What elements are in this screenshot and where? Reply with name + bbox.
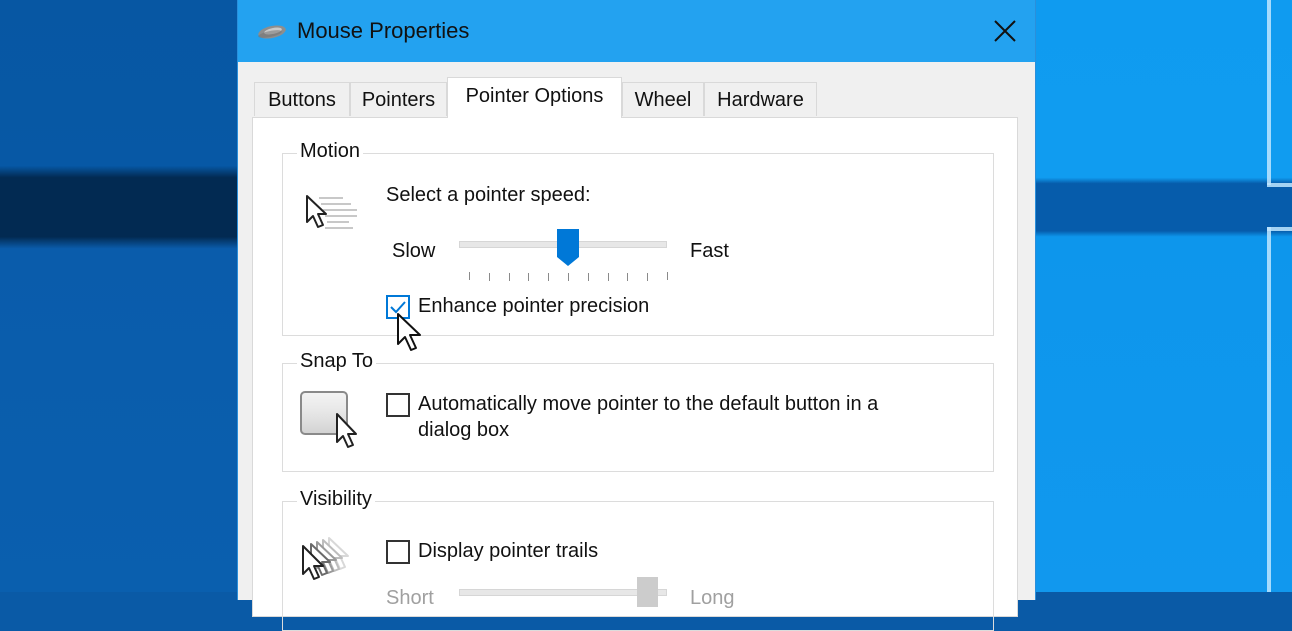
slider-tick (607, 273, 609, 281)
slider-tick (667, 272, 668, 280)
auto-snap-label-line1[interactable]: Automatically move pointer to the defaul… (418, 393, 878, 416)
pointer-speed-slider[interactable] (459, 229, 669, 282)
trails-short-label: Short (386, 587, 434, 609)
visibility-group: Visibility Display pointer trails Short … (282, 488, 994, 631)
pointer-trails-checkbox[interactable] (386, 540, 410, 564)
close-button[interactable] (975, 0, 1035, 62)
slider-tick (508, 273, 510, 281)
wallpaper-pane-edge (1267, 227, 1271, 592)
window-title: Mouse Properties (297, 18, 470, 43)
slow-label: Slow (392, 240, 436, 262)
trails-length-slider[interactable] (459, 577, 669, 620)
tab-buttons[interactable]: Buttons (254, 82, 350, 116)
desktop-wallpaper-right (1034, 0, 1292, 592)
motion-group: Motion Select a pointer speed: Slow Fast (282, 140, 994, 336)
slider-tick (587, 273, 589, 281)
slider-tick (469, 272, 470, 280)
close-icon (994, 20, 1016, 42)
mouse-icon (256, 24, 288, 40)
slider-tick (627, 273, 629, 281)
arrow-cursor-icon (397, 313, 421, 351)
trails-long-label: Long (690, 587, 735, 609)
wallpaper-pane-edge (1267, 183, 1292, 187)
tab-hardware[interactable]: Hardware (704, 82, 817, 116)
wallpaper-pane-edge (1267, 0, 1271, 185)
auto-snap-checkbox[interactable] (386, 393, 410, 417)
slider-tick (548, 273, 550, 281)
snap-to-button-icon (299, 390, 365, 459)
mouse-properties-dialog: Mouse Properties Buttons Pointers Pointe… (237, 0, 1036, 631)
slider-tick (528, 273, 530, 281)
slider-tick (488, 273, 490, 281)
tab-pointer-options[interactable]: Pointer Options (447, 77, 622, 118)
pointer-options-panel: Motion Select a pointer speed: Slow Fast (252, 117, 1018, 631)
auto-snap-label-line2[interactable]: dialog box (418, 419, 509, 442)
desktop-wallpaper-left (0, 0, 240, 592)
slider-tick (568, 273, 569, 281)
fast-label: Fast (690, 240, 729, 262)
title-bar[interactable]: Mouse Properties (238, 0, 1035, 62)
visibility-group-label: Visibility (297, 488, 375, 511)
trails-slider-thumb[interactable] (637, 577, 659, 607)
slider-tick (647, 273, 649, 281)
pointer-trails-icon (299, 534, 363, 595)
pointer-trails-label[interactable]: Display pointer trails (418, 540, 598, 563)
enhance-precision-label[interactable]: Enhance pointer precision (418, 295, 649, 318)
tab-pointers[interactable]: Pointers (350, 82, 447, 116)
pointer-speed-prompt: Select a pointer speed: (386, 184, 591, 206)
pointer-speed-icon (303, 192, 363, 241)
trails-slider-track[interactable] (459, 589, 667, 596)
snap-to-group: Snap To Automatically move pointer to th… (282, 350, 994, 472)
slider-thumb[interactable] (557, 229, 579, 267)
motion-group-label: Motion (297, 140, 364, 163)
snap-to-group-label: Snap To (297, 350, 377, 373)
tab-wheel[interactable]: Wheel (622, 82, 704, 116)
